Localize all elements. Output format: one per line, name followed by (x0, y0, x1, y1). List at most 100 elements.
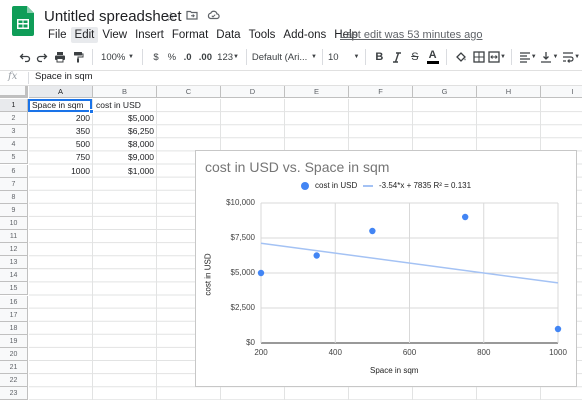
zoom-select[interactable]: 100% ▼ (98, 47, 137, 67)
borders-icon[interactable] (470, 47, 488, 67)
data-cell[interactable]: $9,000 (93, 151, 157, 164)
x-tick-label: 400 (328, 348, 342, 357)
toolbar-divider (142, 49, 144, 65)
text-color-button[interactable]: A (424, 47, 442, 67)
data-cell[interactable]: 350 (29, 125, 93, 138)
redo-icon[interactable] (34, 47, 52, 67)
row-header-8[interactable]: 8 (0, 190, 28, 204)
increase-decimal-button[interactable]: .00 (196, 47, 216, 67)
select-all-corner[interactable] (0, 86, 28, 98)
legend-trendline-label: -3.54*x + 7835 R² = 0.131 (379, 181, 472, 190)
undo-icon[interactable] (16, 47, 34, 67)
row-header-13[interactable]: 13 (0, 256, 28, 270)
menu-format[interactable]: Format (168, 27, 212, 43)
row-header-9[interactable]: 9 (0, 203, 28, 217)
row-header-16[interactable]: 16 (0, 295, 28, 309)
row-header-6[interactable]: 6 (0, 164, 28, 178)
decrease-decimal-button[interactable]: .0 (180, 47, 196, 67)
row-header-19[interactable]: 19 (0, 334, 28, 348)
row-header-7[interactable]: 7 (0, 177, 28, 191)
menu-file[interactable]: File (44, 27, 71, 43)
data-cell[interactable]: 500 (29, 138, 93, 151)
row-header-17[interactable]: 17 (0, 308, 28, 322)
legend-series-label: cost in USD (315, 181, 358, 190)
selected-cell-a1 (28, 99, 92, 112)
font-size-select[interactable]: 10 ▼ (328, 47, 360, 67)
column-header-e[interactable]: E (285, 86, 349, 98)
toolbar-divider (245, 49, 247, 65)
row-header-11[interactable]: 11 (0, 230, 28, 244)
bold-button[interactable]: B (370, 47, 388, 67)
column-header-f[interactable]: F (349, 86, 413, 98)
strikethrough-button[interactable]: S (406, 47, 424, 67)
trendline-marker (363, 184, 373, 187)
fill-handle[interactable] (89, 109, 94, 114)
column-header-d[interactable]: D (221, 86, 285, 98)
data-cell[interactable]: 750 (29, 151, 93, 164)
y-tick-label: $7,500 (230, 233, 255, 242)
column-header-g[interactable]: G (413, 86, 477, 98)
menu-tools[interactable]: Tools (245, 27, 280, 43)
data-cell[interactable]: $8,000 (93, 138, 157, 151)
text-wrapping-icon[interactable]: ▼ (560, 47, 582, 67)
data-cell[interactable]: $1,000 (93, 165, 157, 178)
column-header-h[interactable]: H (477, 86, 541, 98)
column-header-b[interactable]: B (93, 86, 157, 98)
menu-add-ons[interactable]: Add-ons (279, 27, 330, 43)
row-header-5[interactable]: 5 (0, 151, 28, 165)
column-header-a[interactable]: A (29, 86, 93, 98)
data-cell[interactable]: $5,000 (93, 112, 157, 125)
font-select[interactable]: Default (Ari... ▼ (252, 47, 317, 67)
chevron-down-icon: ▼ (499, 54, 506, 60)
toolbar-divider (364, 49, 366, 65)
menu-view[interactable]: View (98, 27, 131, 43)
star-icon[interactable]: ☆ (165, 9, 177, 25)
row-header-22[interactable]: 22 (0, 374, 28, 388)
percent-button[interactable]: % (164, 47, 180, 67)
row-header-3[interactable]: 3 (0, 125, 28, 139)
currency-button[interactable]: $ (148, 47, 164, 67)
chevron-down-icon: ▼ (574, 54, 581, 60)
sheets-logo-icon[interactable] (12, 6, 34, 36)
horizontal-align-icon[interactable]: ▼ (517, 47, 539, 67)
paint-format-icon[interactable] (69, 47, 87, 67)
row-header-2[interactable]: 2 (0, 112, 28, 126)
header-cell[interactable]: cost in USD (93, 99, 144, 112)
italic-icon[interactable] (388, 47, 406, 67)
more-formats-button[interactable]: 123 ▼ (215, 47, 241, 67)
menu-data[interactable]: Data (212, 27, 244, 43)
formula-input[interactable]: Space in sqm (35, 71, 93, 82)
merge-cells-icon[interactable]: ▼ (488, 47, 506, 67)
move-folder-icon[interactable] (186, 9, 198, 21)
data-cell[interactable]: $6,250 (93, 125, 157, 138)
menu-insert[interactable]: Insert (131, 27, 168, 43)
row-header-15[interactable]: 15 (0, 282, 28, 296)
y-tick-label: $5,000 (230, 268, 255, 277)
data-cell[interactable]: 200 (29, 112, 93, 125)
vertical-align-icon[interactable]: ▼ (539, 47, 561, 67)
print-icon[interactable] (51, 47, 69, 67)
series-marker (301, 181, 309, 190)
function-icon: fx (8, 71, 18, 82)
column-header-c[interactable]: C (157, 86, 221, 98)
cloud-status-icon[interactable] (207, 9, 220, 21)
fill-color-icon[interactable] (452, 47, 470, 67)
chevron-down-icon: ▼ (127, 54, 134, 60)
row-header-23[interactable]: 23 (0, 387, 28, 400)
row-header-10[interactable]: 10 (0, 216, 28, 230)
document-title[interactable]: Untitled spreadsheet (44, 8, 182, 25)
color-bar (426, 60, 439, 64)
column-header-i[interactable]: I (541, 86, 582, 98)
menu-edit[interactable]: Edit (70, 27, 99, 43)
row-header-1[interactable]: 1 (0, 99, 28, 113)
legend-series: cost in USD (301, 181, 357, 190)
data-cell[interactable]: 1000 (29, 165, 93, 178)
row-header-12[interactable]: 12 (0, 243, 28, 257)
row-header-21[interactable]: 21 (0, 361, 28, 375)
row-header-14[interactable]: 14 (0, 269, 28, 283)
row-header-4[interactable]: 4 (0, 138, 28, 152)
last-edit-link[interactable]: Last edit was 53 minutes ago (340, 27, 482, 43)
y-axis-label: cost in USD (203, 253, 213, 296)
row-header-20[interactable]: 20 (0, 347, 28, 361)
row-header-18[interactable]: 18 (0, 321, 28, 335)
